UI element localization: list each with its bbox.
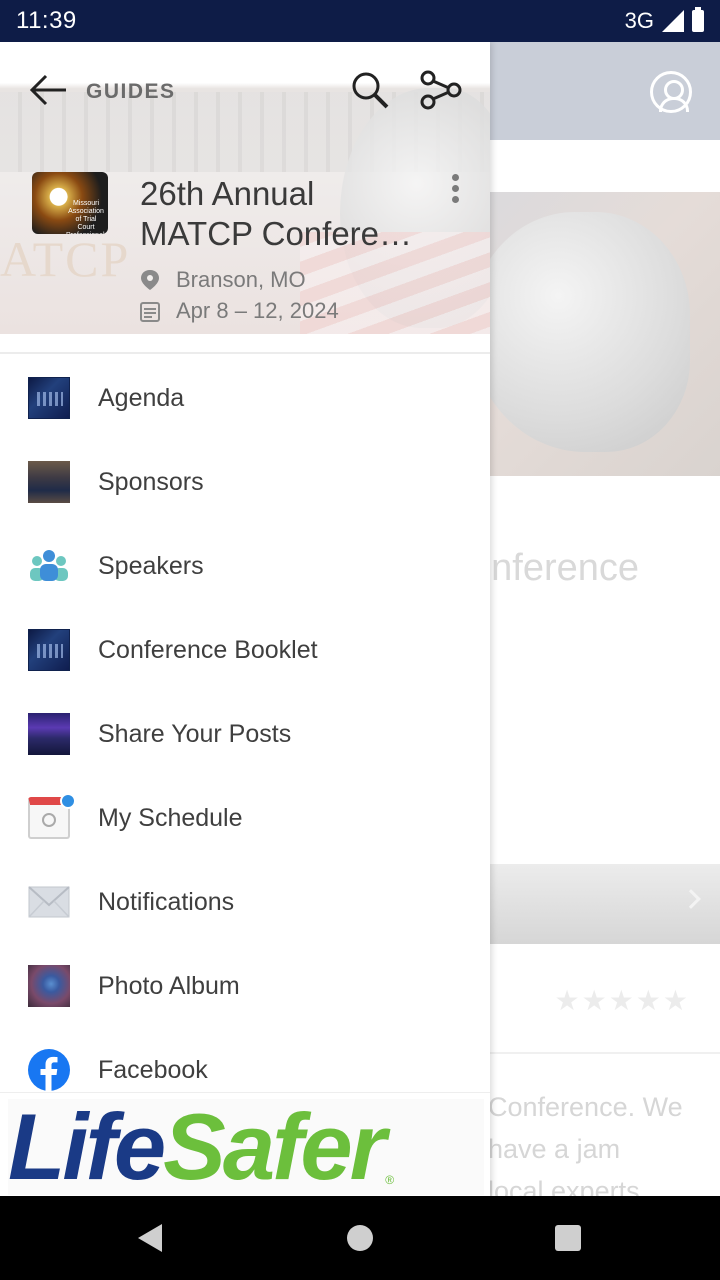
posts-thumbnail: [28, 713, 70, 755]
menu-item-label: Facebook: [98, 1055, 208, 1084]
menu-item-my-schedule[interactable]: My Schedule: [0, 776, 490, 860]
hero-divider: [0, 352, 490, 354]
search-icon[interactable]: [350, 70, 390, 110]
sponsor-banner[interactable]: Life Safer ®: [0, 1092, 490, 1196]
status-indicators: 3G: [624, 7, 704, 34]
facebook-icon: [28, 1049, 70, 1091]
eagle-image: [470, 212, 690, 452]
description-line: have a jam: [488, 1134, 621, 1164]
envelope-icon: [28, 886, 70, 918]
check-badge-icon: [60, 793, 76, 809]
drawer-toolbar: GUIDES: [0, 42, 490, 140]
share-icon[interactable]: [420, 70, 462, 110]
calendar-icon: [28, 793, 76, 839]
nav-recents-icon[interactable]: [555, 1225, 581, 1251]
registered-mark: ®: [385, 1173, 395, 1187]
rating-stars[interactable]: ★★★★★: [554, 984, 690, 1017]
menu-item-notifications[interactable]: Notifications: [0, 860, 490, 944]
network-type: 3G: [624, 8, 654, 33]
menu-item-label: Notifications: [98, 887, 235, 916]
description-line: Conference. We: [488, 1092, 683, 1122]
background-title: onference: [470, 547, 640, 589]
description-line: local experts: [488, 1176, 640, 1196]
navigation-drawer: ATCP GUIDES Missouri Association of Tria…: [0, 42, 490, 1196]
more-options-icon[interactable]: [448, 174, 462, 208]
event-title: 26th Annual MATCP Confere…: [140, 174, 440, 254]
menu-item-sponsors[interactable]: Sponsors: [0, 440, 490, 524]
signal-icon: [662, 10, 684, 32]
hero-seal-watermark: ATCP: [0, 231, 131, 287]
event-date: Apr 8 – 12, 2024: [140, 298, 339, 324]
menu-item-label: Photo Album: [98, 971, 240, 1000]
event-logo-text: Missouri Association of Trial Court Prof…: [66, 200, 108, 234]
background-description: Conference. We have a jam local experts: [488, 1086, 683, 1196]
menu-item-label: Share Your Posts: [98, 719, 292, 748]
album-thumbnail: [28, 965, 70, 1007]
profile-icon[interactable]: [650, 71, 692, 113]
event-title-line: 26th Annual: [140, 175, 315, 212]
system-nav-bar: [0, 1196, 720, 1280]
menu-item-speakers[interactable]: Speakers: [0, 524, 490, 608]
menu-item-label: My Schedule: [98, 803, 243, 832]
sponsor-logo: Life Safer ®: [8, 1099, 484, 1195]
event-title-line: MATCP Confere…: [140, 215, 413, 252]
back-arrow-icon[interactable]: [28, 72, 68, 108]
sponsor-logo-part2: Safer: [163, 1094, 386, 1196]
location-text: Branson, MO: [176, 267, 306, 292]
menu-item-label: Sponsors: [98, 467, 204, 496]
calendar-icon: [140, 302, 160, 322]
menu-item-label: Agenda: [98, 383, 185, 412]
menu-item-conference-booklet[interactable]: Conference Booklet: [0, 608, 490, 692]
menu-item-share-your-posts[interactable]: Share Your Posts: [0, 692, 490, 776]
status-bar: 11:39 3G: [0, 0, 720, 42]
background-divider: [490, 1052, 720, 1054]
event-logo: Missouri Association of Trial Court Prof…: [32, 172, 108, 234]
sponsors-thumbnail: [28, 461, 70, 503]
nav-back-icon[interactable]: [138, 1224, 162, 1252]
battery-icon: [692, 7, 704, 32]
location-pin-icon: [141, 270, 159, 290]
sponsor-logo-part1: Life: [8, 1094, 166, 1196]
toolbar-label: GUIDES: [86, 80, 176, 103]
agenda-thumbnail: [28, 377, 70, 419]
people-icon: [30, 550, 68, 581]
menu-item-label: Speakers: [98, 551, 204, 580]
event-location: Branson, MO: [140, 267, 306, 293]
booklet-thumbnail: [28, 629, 70, 671]
nav-home-icon[interactable]: [347, 1225, 373, 1251]
drawer-menu: Agenda Sponsors Speakers Conference Book…: [0, 356, 490, 1112]
menu-item-label: Conference Booklet: [98, 635, 318, 664]
menu-item-photo-album[interactable]: Photo Album: [0, 944, 490, 1028]
date-text: Apr 8 – 12, 2024: [176, 298, 339, 323]
menu-item-agenda[interactable]: Agenda: [0, 356, 490, 440]
status-time: 11:39: [16, 7, 77, 34]
